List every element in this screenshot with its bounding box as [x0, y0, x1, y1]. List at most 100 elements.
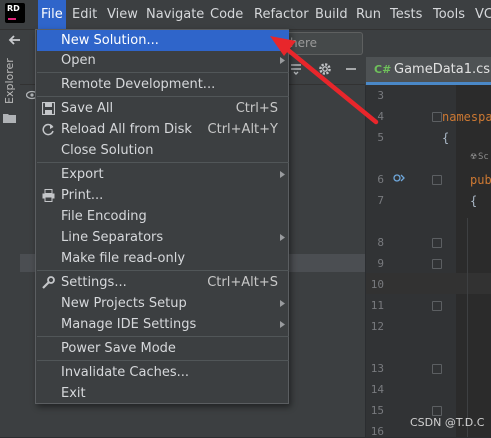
fold-marker[interactable] [432, 259, 442, 269]
menu-item-label: Power Save Mode [61, 341, 176, 356]
menu-item-label: Print... [61, 188, 104, 203]
code-namespace-keyword: namespa [442, 110, 491, 124]
menu-item-remote-development[interactable]: Remote Development... [37, 74, 289, 95]
fold-marker[interactable] [432, 175, 442, 185]
menu-item-manage-ide-settings[interactable]: Manage IDE Settings [37, 314, 289, 335]
menu-separator [37, 336, 289, 337]
reload-icon [42, 123, 54, 136]
menu-separator [37, 270, 289, 271]
line-number: 14 [370, 383, 384, 396]
fold-marker[interactable] [432, 112, 442, 122]
fold-marker[interactable] [432, 238, 442, 248]
chevron-right-icon [280, 171, 285, 178]
menu-separator [37, 96, 289, 97]
menu-navigate[interactable]: Navigate [143, 0, 207, 29]
collapse-all-icon[interactable] [289, 62, 303, 76]
menu-item-close-solution[interactable]: Close Solution [37, 140, 289, 161]
menu-item-power-save-mode[interactable]: Power Save Mode [37, 338, 289, 359]
menu-item-open[interactable]: Open [37, 50, 289, 71]
menu-item-file-encoding[interactable]: File Encoding [37, 206, 289, 227]
menu-item-new-projects-setup[interactable]: New Projects Setup [37, 293, 289, 314]
editor-tab[interactable]: C# GameData1.cs [366, 57, 491, 85]
explorer-stripe-button[interactable]: Explorer [3, 58, 16, 104]
csharp-icon: C# [374, 63, 392, 76]
menu-item-new-solution[interactable]: New Solution... [37, 30, 289, 51]
search-everywhere-input[interactable]: here [282, 32, 363, 55]
minimize-icon[interactable] [344, 62, 358, 76]
menu-vcs[interactable]: VC [472, 0, 491, 29]
fold-marker[interactable] [432, 301, 442, 311]
menu-item-make-read-only[interactable]: Make file read-only [37, 248, 289, 269]
save-icon [42, 102, 55, 115]
menu-item-exit[interactable]: Exit [37, 383, 289, 404]
menu-item-shortcut: Ctrl+Alt+Y [207, 122, 278, 137]
menu-view[interactable]: View [104, 0, 141, 29]
overrides-gutter-icon[interactable] [393, 172, 405, 184]
current-line-highlight [366, 273, 491, 294]
menu-item-label: Invalidate Caches... [61, 365, 190, 380]
code-brace: { [470, 194, 478, 208]
rider-logo: RD [5, 3, 25, 23]
menu-item-export[interactable]: Export [37, 164, 289, 185]
line-number: 3 [377, 89, 384, 102]
wrench-icon [42, 276, 55, 289]
menu-item-label: Close Solution [61, 143, 154, 158]
menu-item-shortcut: Ctrl+S [235, 101, 278, 116]
menu-separator [37, 360, 289, 361]
line-number: 12 [370, 320, 384, 333]
code-brace: { [442, 131, 450, 145]
menu-item-save-all[interactable]: Save All Ctrl+S [37, 98, 289, 119]
menu-item-settings[interactable]: Settings... Ctrl+Alt+S [37, 272, 289, 293]
line-number: 11 [370, 299, 384, 312]
menu-item-label: File Encoding [61, 209, 147, 224]
menu-build[interactable]: Build [312, 0, 351, 29]
menu-item-reload-all[interactable]: Reload All from Disk Ctrl+Alt+Y [37, 119, 289, 140]
menu-refactor[interactable]: Refactor [251, 0, 312, 29]
menu-item-label: Export [61, 167, 104, 182]
code-area[interactable] [456, 85, 491, 437]
line-number: 5 [377, 131, 384, 144]
back-arrow-icon[interactable] [8, 33, 22, 47]
unity-icon: ☢ [470, 152, 478, 161]
fold-marker[interactable] [432, 406, 442, 416]
menu-edit[interactable]: Edit [69, 0, 100, 29]
chevron-right-icon [280, 300, 285, 307]
search-placeholder: here [290, 36, 318, 50]
folder-icon[interactable] [3, 113, 16, 123]
line-number: 10 [370, 278, 384, 291]
menu-item-label: New Solution... [61, 33, 159, 48]
menu-item-label: Remote Development... [61, 77, 216, 92]
menu-item-line-separators[interactable]: Line Separators [37, 227, 289, 248]
menu-tests[interactable]: Tests [387, 0, 425, 29]
watermark: CSDN @T.D.C [410, 416, 485, 429]
menu-item-shortcut: Ctrl+Alt+S [207, 275, 278, 290]
fold-marker[interactable] [432, 364, 442, 374]
menu-item-label: Settings... [61, 275, 127, 290]
line-number: 7 [377, 194, 384, 207]
indent-guide [467, 218, 468, 437]
line-number: 4 [377, 110, 384, 123]
menu-item-label: Save All [61, 101, 114, 116]
gear-icon[interactable] [318, 62, 332, 76]
file-menu-dropdown: New Solution... Open Remote Development.… [35, 29, 289, 404]
unity-hint: Sc [478, 152, 489, 162]
menu-item-label: Reload All from Disk [61, 122, 192, 137]
menu-file[interactable]: File [38, 0, 66, 29]
menu-item-label: Line Separators [61, 230, 164, 245]
chevron-right-icon [280, 321, 285, 328]
menu-item-print[interactable]: Print... [37, 185, 289, 206]
menu-item-label: Manage IDE Settings [61, 317, 197, 332]
code-public-keyword: pub [470, 173, 491, 187]
menu-item-invalidate-caches[interactable]: Invalidate Caches... [37, 362, 289, 383]
line-number: 6 [377, 173, 384, 186]
menu-code[interactable]: Code [207, 0, 246, 29]
menu-bar: RD File Edit View Navigate Code Refactor… [0, 0, 491, 29]
logo-bar [8, 18, 16, 20]
menu-separator [37, 72, 289, 73]
menu-tools[interactable]: Tools [430, 0, 468, 29]
menu-item-label: New Projects Setup [61, 296, 187, 311]
menu-item-label: Exit [61, 386, 86, 401]
line-number: 9 [377, 257, 384, 270]
menu-run[interactable]: Run [353, 0, 384, 29]
line-number: 13 [370, 362, 384, 375]
